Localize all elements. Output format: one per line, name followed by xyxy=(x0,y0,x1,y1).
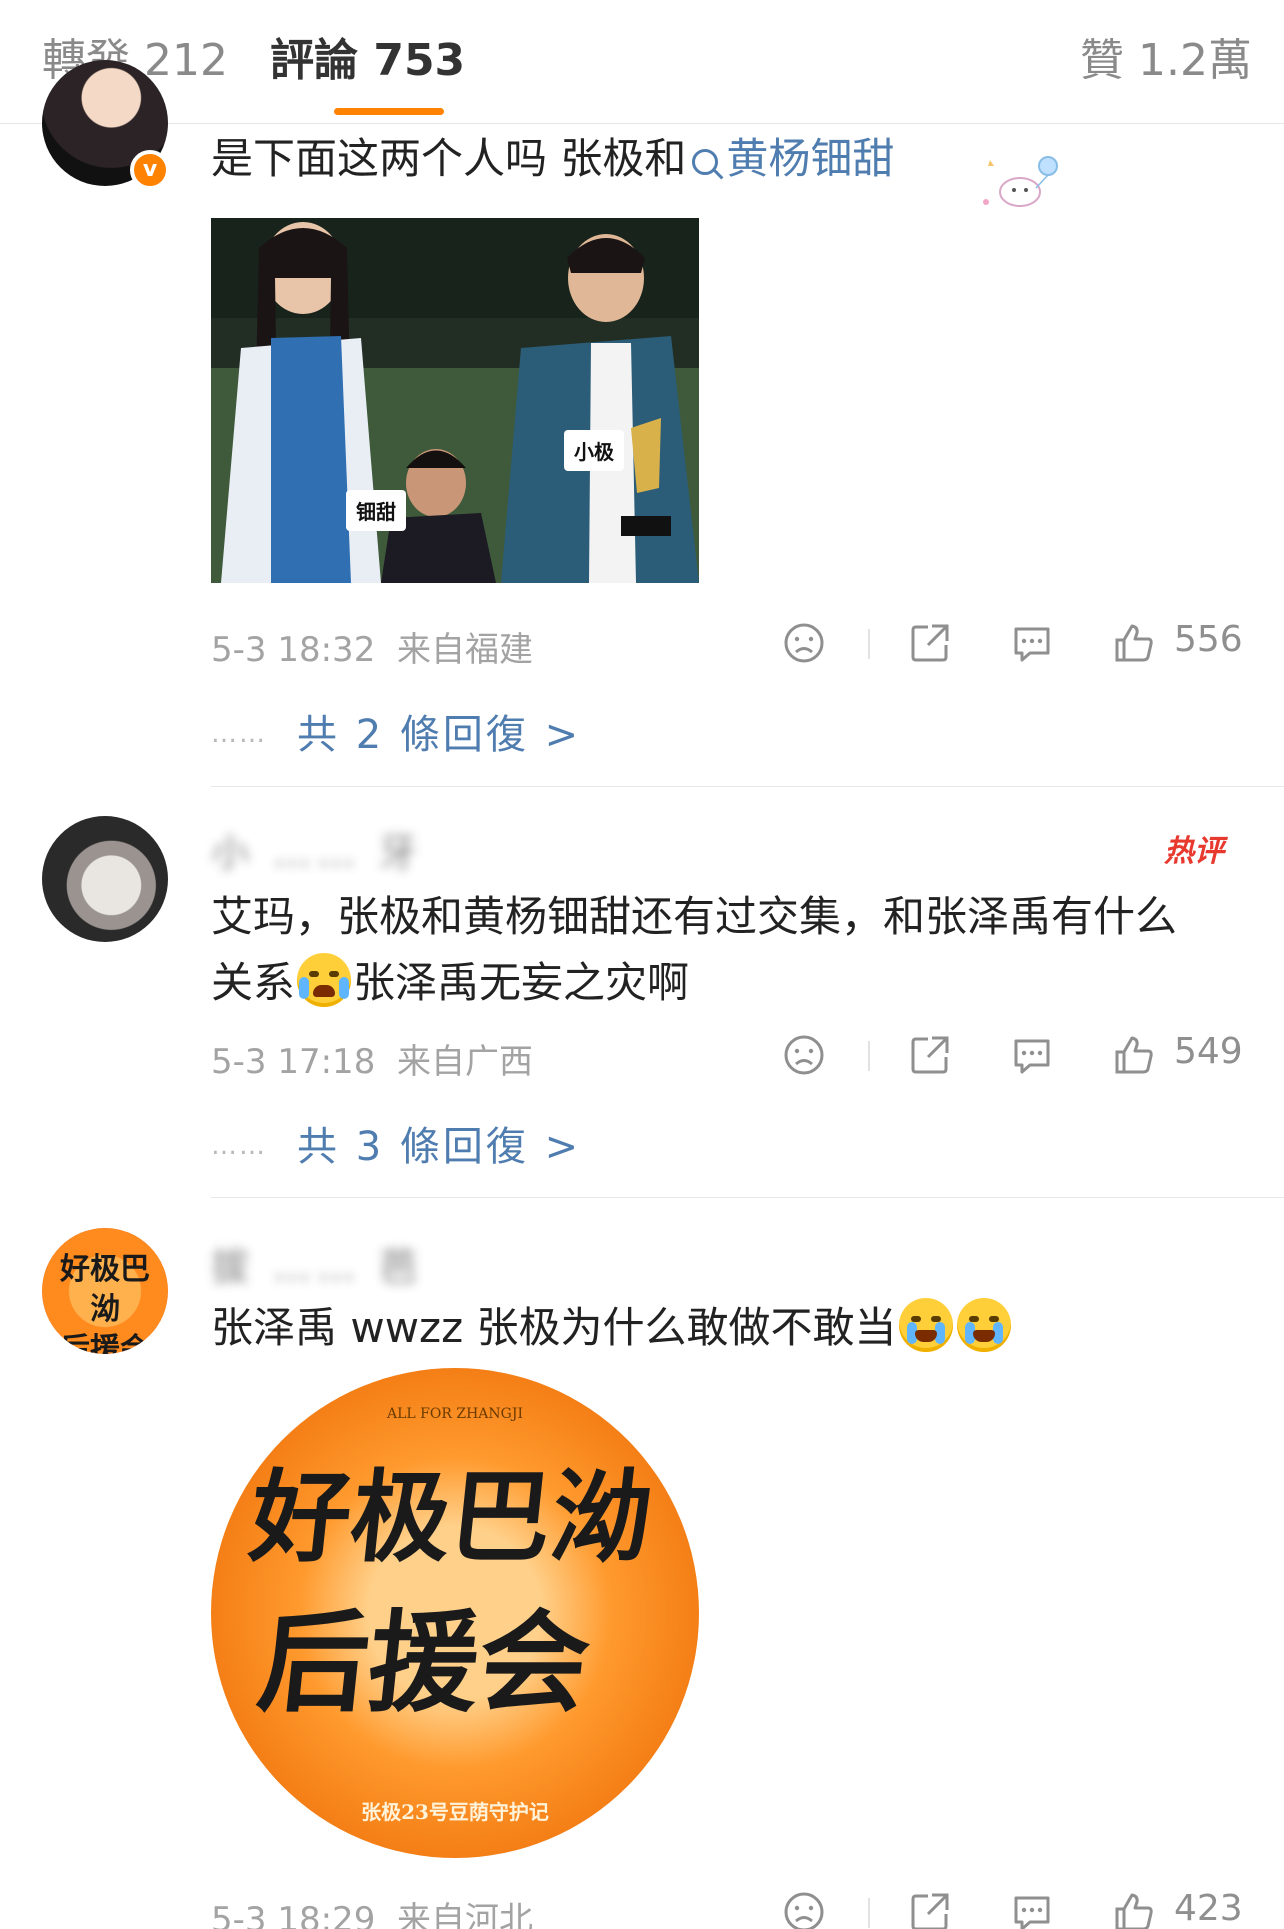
like-count: 556 xyxy=(1174,619,1243,660)
share-icon[interactable] xyxy=(908,613,952,673)
comment-text: 是下面这两个人吗 张极和 黄杨钿甜 xyxy=(211,134,895,183)
search-icon xyxy=(692,149,719,175)
dislike-icon[interactable] xyxy=(782,613,826,673)
divider xyxy=(211,786,1284,787)
like-icon[interactable] xyxy=(1112,1882,1156,1929)
avatar[interactable] xyxy=(42,816,168,942)
active-tab-indicator xyxy=(334,108,444,115)
comment-image[interactable]: 小极 钿甜 xyxy=(211,218,699,583)
comment-icon[interactable] xyxy=(1010,1882,1054,1929)
divider xyxy=(868,629,870,659)
laugh-cry-emoji-icon xyxy=(297,953,352,1007)
photo-scene xyxy=(211,218,699,583)
like-count: 423 xyxy=(1174,1888,1243,1929)
like-icon[interactable] xyxy=(1112,613,1156,673)
tab-likes[interactable]: 贊 1.2萬 xyxy=(1080,34,1252,88)
action-bar: 423 xyxy=(0,1882,1284,1929)
dislike-icon[interactable] xyxy=(782,1025,826,1085)
image-tag: 钿甜 xyxy=(346,490,406,531)
comment-icon[interactable] xyxy=(1010,1025,1054,1085)
divider xyxy=(868,1041,870,1071)
image-tag: 小极 xyxy=(564,430,624,471)
divider xyxy=(211,1197,1284,1198)
action-bar: 549 xyxy=(0,1025,1284,1085)
hot-badge: 热评 xyxy=(1164,834,1224,869)
like-icon[interactable] xyxy=(1112,1025,1156,1085)
crying-emoji-icon xyxy=(898,1298,953,1352)
image-title: 好极巴泑 xyxy=(244,1459,658,1576)
share-icon[interactable] xyxy=(908,1025,952,1085)
crying-emoji-icon xyxy=(956,1298,1011,1352)
balloon-sticker-icon xyxy=(983,156,1058,207)
username[interactable]: 小 …… 牙 xyxy=(211,822,423,877)
view-replies[interactable]: …… 共 3 條回復 > xyxy=(211,1114,581,1172)
comment-text: 张泽禹 wwzz 张极为什么敢做不敢当 xyxy=(211,1295,1241,1361)
username[interactable]: 拔 …… 芭 xyxy=(211,1236,423,1291)
comment-image[interactable]: ALL FOR ZHANGJI 好极巴泑 后援会 张极23号豆荫守护记 xyxy=(211,1368,699,1858)
like-count: 549 xyxy=(1174,1031,1243,1072)
share-icon[interactable] xyxy=(908,1882,952,1929)
comment-text: 艾玛，张极和黄杨钿甜还有过交集，和张泽禹有什么 关系 张泽禹无妄之灾啊 xyxy=(211,892,1178,1007)
divider xyxy=(868,1898,870,1928)
action-bar: 556 xyxy=(0,613,1284,673)
avatar[interactable]: 好极巴泑 后援会 xyxy=(42,1228,168,1354)
image-subtitle: 后援会 xyxy=(252,1599,596,1727)
topic-link[interactable]: 黄杨钿甜 xyxy=(686,134,894,183)
dislike-icon[interactable] xyxy=(782,1882,826,1929)
comment-icon[interactable] xyxy=(1010,613,1054,673)
view-replies[interactable]: …… 共 2 條回復 > xyxy=(211,702,581,760)
tab-comments[interactable]: 評論 753 xyxy=(270,34,465,88)
tab-bar: 轉發 212 評論 753 贊 1.2萬 xyxy=(0,0,1284,124)
verified-icon: v xyxy=(130,150,170,190)
